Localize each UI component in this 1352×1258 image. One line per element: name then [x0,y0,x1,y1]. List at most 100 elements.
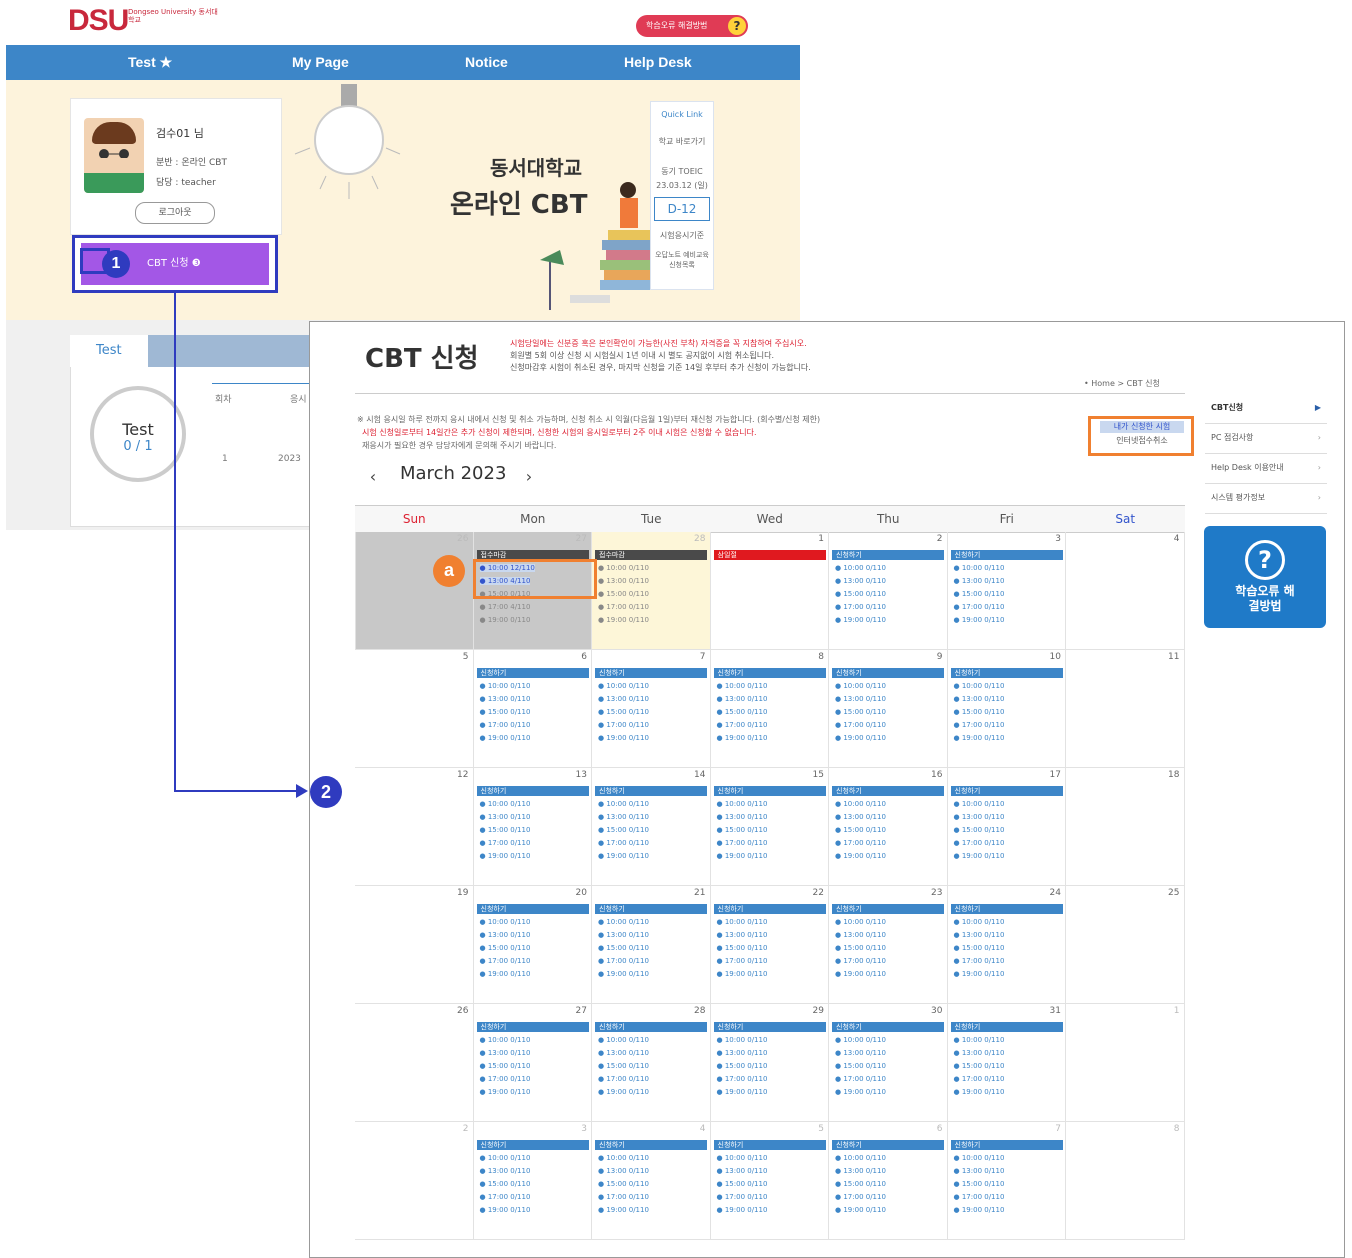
time-slot[interactable]: ● 15:00 0/110 [954,1062,1005,1070]
time-slot[interactable]: ● 17:00 0/110 [835,721,886,729]
side-menu-pc-check[interactable]: PC 점검사항 › [1205,423,1327,454]
time-slot[interactable]: ● 10:00 0/110 [480,918,531,926]
time-slot[interactable]: ● 13:00 0/110 [717,813,768,821]
time-slot[interactable]: ● 15:00 0/110 [480,708,531,716]
time-slot[interactable]: ● 19:00 0/110 [598,734,649,742]
time-slot[interactable]: ● 17:00 0/110 [717,1075,768,1083]
time-slot[interactable]: ● 15:00 0/110 [598,944,649,952]
time-slot[interactable]: ● 10:00 0/110 [954,564,1005,572]
dsu-logo[interactable]: DSU [68,4,129,38]
time-slot[interactable]: ● 17:00 0/110 [480,721,531,729]
time-slot[interactable]: ● 13:00 0/110 [598,931,649,939]
time-slot[interactable]: ● 15:00 0/110 [954,708,1005,716]
time-slot[interactable]: ● 10:00 0/110 [598,918,649,926]
time-slot[interactable]: ● 13:00 0/110 [598,813,649,821]
time-slot[interactable]: ● 13:00 0/110 [954,695,1005,703]
time-slot[interactable]: ● 17:00 0/110 [598,721,649,729]
apply-bar-button[interactable]: 신청하기 [832,904,944,914]
time-slot[interactable]: ● 19:00 0/110 [954,734,1005,742]
time-slot[interactable]: ● 13:00 0/110 [835,813,886,821]
apply-bar-button[interactable]: 신청하기 [832,550,944,560]
quick-link-school[interactable]: 학교 바로가기 [651,136,713,147]
time-slot[interactable]: ● 15:00 0/110 [717,944,768,952]
side-menu-cbt-apply[interactable]: CBT신청 ▶ [1205,393,1327,424]
apply-bar-button[interactable]: 신청하기 [950,1140,1063,1150]
quick-link-notes[interactable]: 오답노트 예비교육 신청목록 [651,250,713,270]
time-slot[interactable]: ● 19:00 0/110 [954,1088,1005,1096]
time-slot[interactable]: ● 17:00 0/110 [954,603,1005,611]
time-slot[interactable]: ● 17:00 0/110 [598,957,649,965]
time-slot[interactable]: ● 15:00 0/110 [717,1062,768,1070]
time-slot[interactable]: ● 19:00 0/110 [480,616,531,624]
time-slot[interactable]: ● 13:00 0/110 [717,931,768,939]
apply-bar-button[interactable]: 신청하기 [713,1140,826,1150]
time-slot[interactable]: ● 10:00 0/110 [717,1154,768,1162]
time-slot[interactable]: ● 10:00 0/110 [717,682,768,690]
time-slot[interactable]: ● 13:00 0/110 [954,1167,1005,1175]
time-slot[interactable]: ● 13:00 0/110 [480,1049,531,1057]
time-slot[interactable]: ● 15:00 0/110 [954,1180,1005,1188]
logout-button[interactable]: 로그아웃 [135,202,215,224]
time-slot[interactable]: ● 13:00 0/110 [480,695,531,703]
time-slot[interactable]: ● 15:00 0/110 [598,708,649,716]
apply-bar-button[interactable]: 신청하기 [595,904,707,914]
time-slot[interactable]: ● 17:00 0/110 [598,1075,649,1083]
time-slot[interactable]: ● 19:00 0/110 [954,970,1005,978]
time-slot[interactable]: ● 17:00 0/110 [954,957,1005,965]
time-slot[interactable]: ● 15:00 0/110 [835,826,886,834]
time-slot[interactable]: ● 15:00 0/110 [954,944,1005,952]
time-slot[interactable]: ● 13:00 0/110 [598,577,649,585]
time-slot[interactable]: ● 19:00 0/110 [480,734,531,742]
time-slot[interactable]: ● 19:00 0/110 [835,734,886,742]
time-slot[interactable]: ● 10:00 0/110 [717,1036,768,1044]
time-slot[interactable]: ● 17:00 0/110 [835,957,886,965]
time-slot[interactable]: ● 13:00 0/110 [480,813,531,821]
time-slot[interactable]: ● 10:00 0/110 [835,1036,886,1044]
apply-bar-button[interactable]: 신청하기 [476,1022,589,1032]
time-slot[interactable]: ● 10:00 0/110 [954,918,1005,926]
quick-link-criteria[interactable]: 시험응시기준 [651,230,713,241]
time-slot[interactable]: ● 19:00 0/110 [717,852,768,860]
time-slot[interactable]: ● 15:00 0/110 [835,1062,886,1070]
apply-bar-button[interactable]: 신청하기 [713,904,826,914]
time-slot[interactable]: ● 19:00 0/110 [717,734,768,742]
time-slot[interactable]: ● 19:00 0/110 [954,616,1005,624]
time-slot[interactable]: ● 15:00 0/110 [835,708,886,716]
side-menu-evaluation[interactable]: 시스템 평가정보 › [1205,483,1327,514]
time-slot[interactable]: ● 10:00 0/110 [598,1036,649,1044]
time-slot[interactable]: ● 10:00 0/110 [835,682,886,690]
time-slot[interactable]: ● 10:00 0/110 [954,1036,1005,1044]
time-slot[interactable]: ● 15:00 0/110 [598,1062,649,1070]
time-slot[interactable]: ● 19:00 0/110 [717,1088,768,1096]
time-slot[interactable]: ● 15:00 0/110 [598,590,649,598]
time-slot[interactable]: ● 15:00 0/110 [598,826,649,834]
apply-bar-button[interactable]: 신청하기 [595,1140,707,1150]
quick-link-toeic[interactable]: 동기 TOEIC [651,166,713,177]
time-slot[interactable]: ● 17:00 0/110 [598,603,649,611]
time-slot[interactable]: ● 17:00 0/110 [717,957,768,965]
time-slot[interactable]: ● 19:00 0/110 [480,852,531,860]
time-slot[interactable]: ● 19:00 0/110 [598,1206,649,1214]
time-slot[interactable]: ● 15:00 0/110 [717,1180,768,1188]
apply-bar-button[interactable]: 신청하기 [950,904,1063,914]
time-slot[interactable]: ● 19:00 0/110 [954,1206,1005,1214]
apply-bar-button[interactable]: 신청하기 [476,786,589,796]
time-slot[interactable]: ● 13:00 0/110 [835,577,886,585]
learning-error-help-button[interactable]: ? 학습오류 해결방법 [1204,526,1326,628]
time-slot[interactable]: ● 15:00 0/110 [480,826,531,834]
time-slot[interactable]: ● 19:00 0/110 [480,1206,531,1214]
time-slot[interactable]: ● 17:00 0/110 [598,1193,649,1201]
prev-month-button[interactable]: ‹ [362,466,384,488]
time-slot[interactable]: ● 10:00 0/110 [835,1154,886,1162]
time-slot[interactable]: ● 13:00 0/110 [835,695,886,703]
time-slot[interactable]: ● 10:00 0/110 [835,918,886,926]
time-slot[interactable]: ● 15:00 0/110 [717,826,768,834]
time-slot[interactable]: ● 19:00 0/110 [598,1088,649,1096]
time-slot[interactable]: ● 15:00 0/110 [835,944,886,952]
next-month-button[interactable]: › [518,466,540,488]
apply-bar-button[interactable]: 신청하기 [832,1022,944,1032]
time-slot[interactable]: ● 10:00 0/110 [480,800,531,808]
time-slot[interactable]: ● 17:00 4/110 [480,603,531,611]
time-slot[interactable]: ● 15:00 0/110 [480,1180,531,1188]
apply-bar-button[interactable]: 신청하기 [713,1022,826,1032]
